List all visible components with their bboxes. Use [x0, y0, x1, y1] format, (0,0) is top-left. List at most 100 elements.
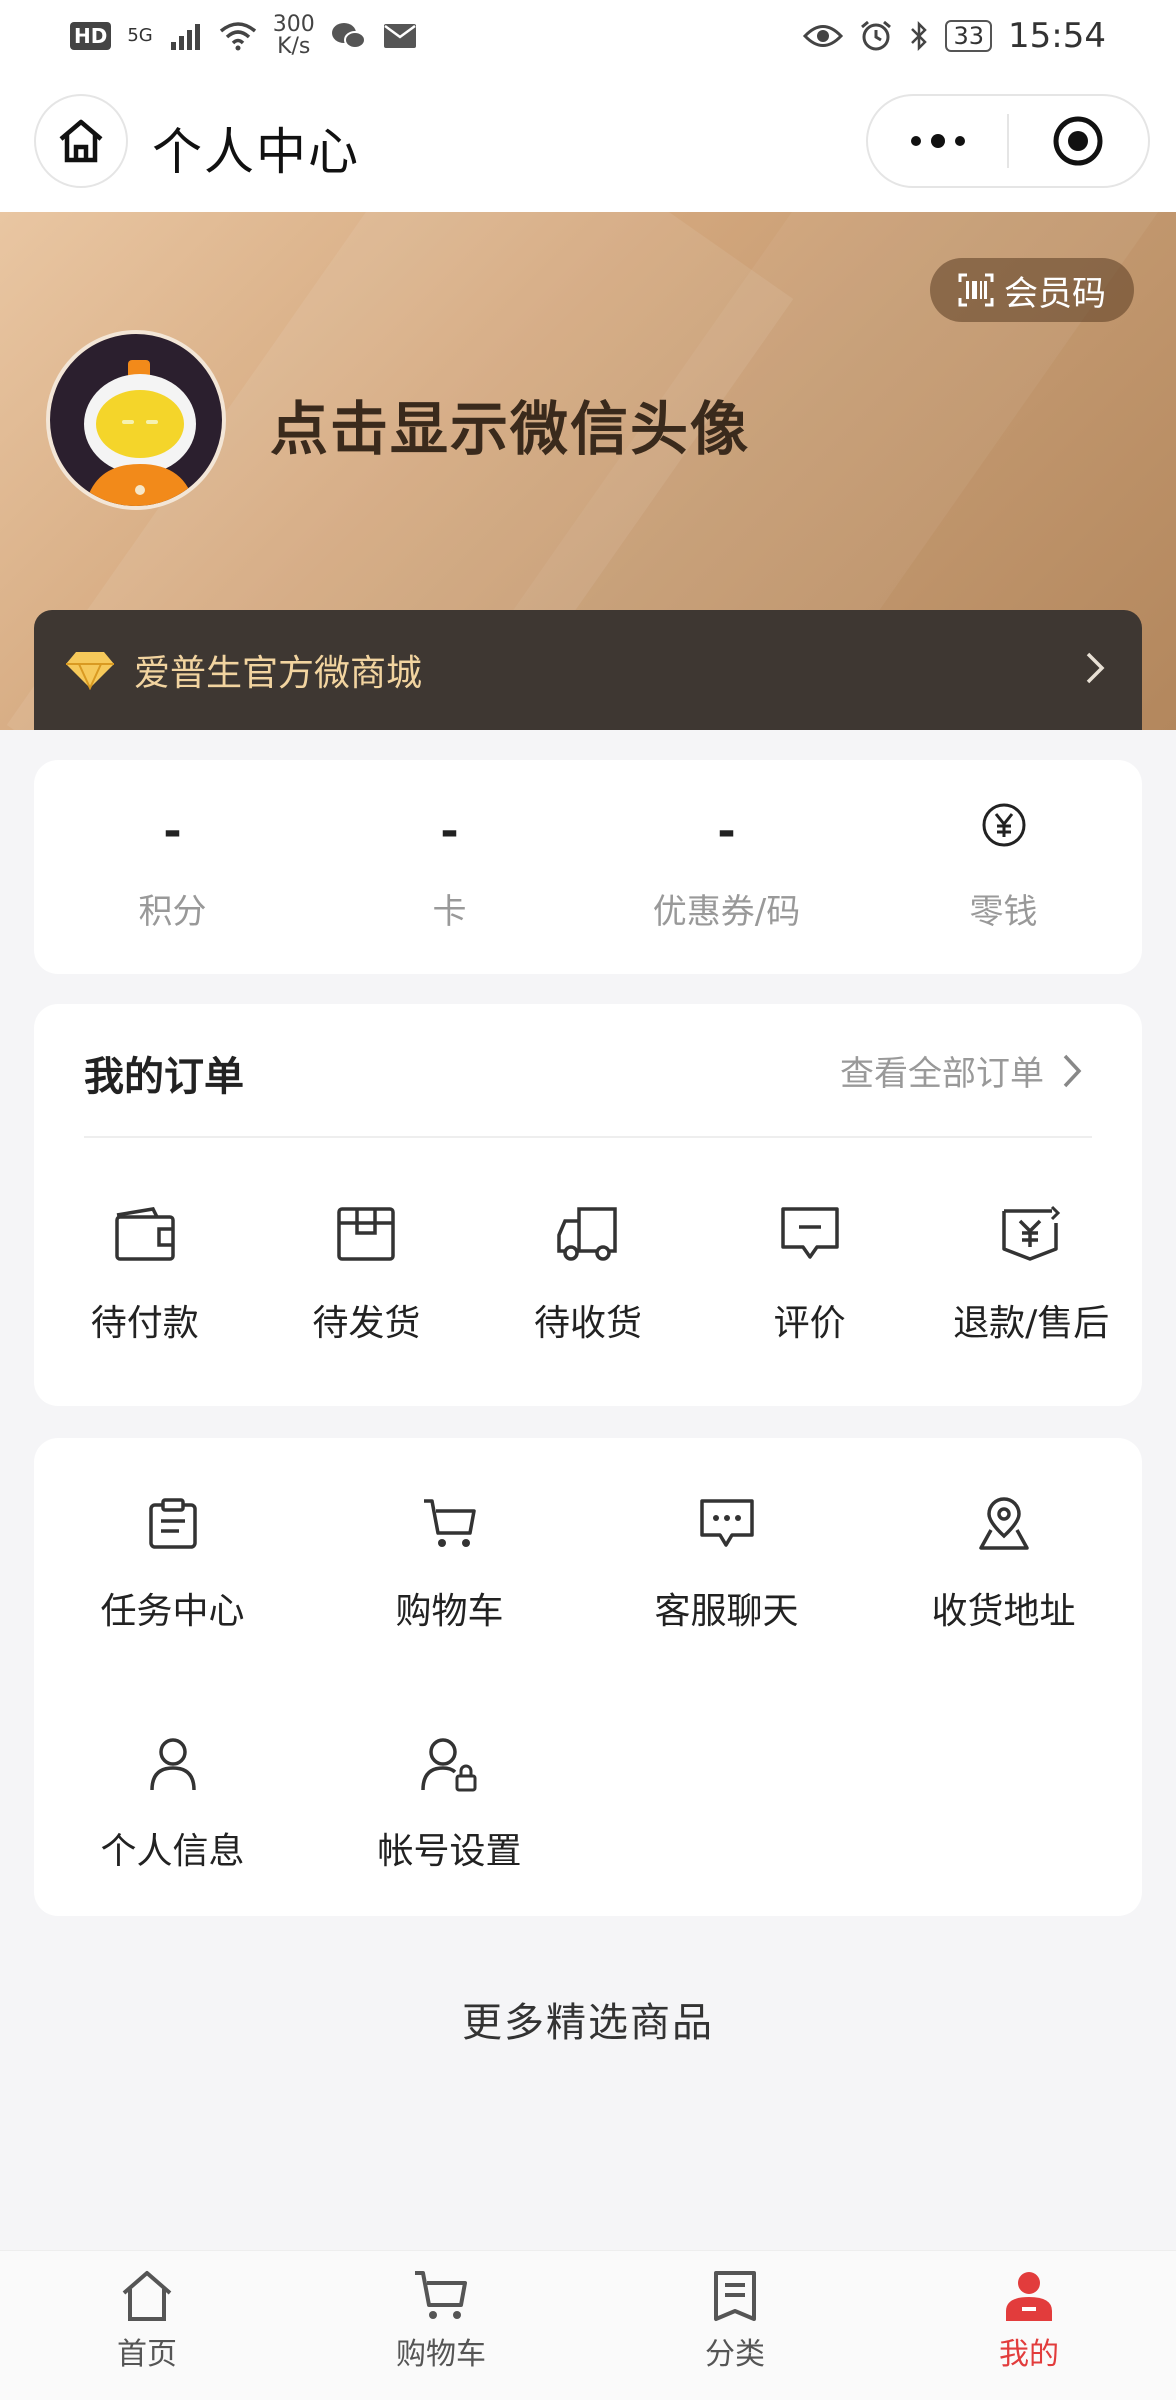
tool-address[interactable]: 收货地址 [865, 1484, 1142, 1724]
asset-label: 积分 [138, 891, 207, 932]
tool-label: 帐号设置 [377, 1831, 522, 1872]
tool-personal-info[interactable]: 个人信息 [34, 1724, 311, 1964]
asset-value: - [717, 805, 736, 857]
order-label: 待发货 [312, 1303, 421, 1344]
my-icon [1006, 2272, 1052, 2321]
asset-value: - [163, 805, 182, 857]
tool-label: 任务中心 [100, 1591, 245, 1632]
user-icon [149, 1738, 196, 1791]
tab-home[interactable]: 首页 [0, 2251, 294, 2400]
order-pending-payment[interactable]: 待付款 [34, 1194, 256, 1346]
asset-value [981, 802, 1027, 862]
chevron-right-icon [1063, 1054, 1082, 1087]
order-review[interactable]: 评价 [699, 1194, 921, 1346]
assets-card: - 积分 - 卡 - 优惠券/码 零钱 [34, 760, 1142, 974]
net-speed: 300 K/s [272, 12, 315, 59]
clipboard-icon [148, 1498, 197, 1549]
order-pending-receipt[interactable]: 待收货 [477, 1194, 699, 1346]
asset-cards[interactable]: - 卡 [311, 760, 588, 974]
asset-points[interactable]: - 积分 [34, 760, 311, 974]
tab-label: 首页 [117, 2337, 177, 2372]
battery-level: 33 [945, 20, 993, 52]
tool-label: 收货地址 [931, 1591, 1076, 1632]
mascot-avatar-icon [84, 360, 196, 506]
member-code-button[interactable]: 会员码 [930, 258, 1134, 322]
more-button[interactable] [868, 96, 1007, 186]
tool-label: 个人信息 [100, 1831, 245, 1872]
yuan-icon [982, 803, 1025, 846]
wifi-icon [219, 22, 256, 51]
tab-label: 分类 [705, 2337, 765, 2372]
member-code-label: 会员码 [1004, 273, 1106, 314]
tab-mine[interactable]: 我的 [882, 2251, 1176, 2400]
order-status-row: 待付款 待发货 待收货 评价 退款/售后 [34, 1194, 1142, 1346]
tab-label: 我的 [999, 2337, 1059, 2372]
hd-indicator: HD [70, 22, 112, 50]
orders-card: 我的订单 查看全部订单 待付款 待发货 待收货 评价 退款/售后 [34, 1004, 1142, 1406]
divider [84, 1136, 1092, 1138]
tab-cart[interactable]: 购物车 [294, 2251, 588, 2400]
shop-banner[interactable]: 爱普生官方微商城 [34, 610, 1142, 730]
cart-icon [415, 2271, 467, 2319]
order-pending-shipment[interactable]: 待发货 [256, 1194, 478, 1346]
comment-icon [780, 1207, 839, 1259]
tool-task-center[interactable]: 任务中心 [34, 1484, 311, 1724]
close-mini-program-button[interactable] [1009, 96, 1148, 186]
tool-account-settings[interactable]: 帐号设置 [311, 1724, 588, 1964]
order-label: 待付款 [90, 1303, 199, 1344]
view-all-label: 查看全部订单 [840, 1054, 1044, 1094]
order-label: 评价 [773, 1303, 846, 1344]
page-title: 个人中心 [152, 123, 360, 181]
eye-icon [803, 25, 844, 47]
more-dots-icon [910, 134, 965, 148]
bluetooth-icon [911, 20, 928, 52]
login-prompt[interactable]: 点击显示微信头像 [270, 382, 750, 466]
barcode-icon [958, 273, 994, 307]
orders-title: 我的订单 [84, 1054, 244, 1100]
home-button[interactable] [34, 94, 128, 188]
nav-bar: 个人中心 [0, 72, 1176, 212]
order-refund[interactable]: 退款/售后 [920, 1194, 1142, 1346]
truck-icon [557, 1207, 617, 1261]
list-icon [714, 2271, 756, 2321]
profile-header: 会员码 点击显示微信头像 爱普生官方微商城 [0, 212, 1176, 730]
network-type: 5G [127, 25, 153, 46]
status-bar: HD 5G 300 K/s 33 15:54 [0, 0, 1176, 72]
asset-coupons[interactable]: - 优惠券/码 [588, 760, 865, 974]
chat-icon [699, 1499, 754, 1547]
tab-label: 购物车 [396, 2337, 486, 2372]
user-lock-icon [420, 1738, 476, 1792]
wallet-icon [115, 1207, 175, 1261]
home-icon [59, 119, 103, 163]
wechat-icon [331, 23, 366, 49]
view-all-orders-link[interactable]: 查看全部订单 [840, 1046, 1082, 1095]
tab-category[interactable]: 分类 [588, 2251, 882, 2400]
clock: 15:54 [1008, 16, 1106, 56]
bottom-tab-bar: 首页 购物车 分类 我的 [0, 2250, 1176, 2400]
avatar[interactable] [46, 330, 226, 510]
package-icon [337, 1207, 396, 1261]
order-label: 退款/售后 [953, 1303, 1110, 1344]
tool-label: 客服聊天 [654, 1591, 799, 1632]
alarm-icon [861, 20, 892, 51]
tool-cart[interactable]: 购物车 [311, 1484, 588, 1724]
shop-name: 爱普生官方微商城 [134, 653, 423, 694]
refund-icon [1002, 1205, 1061, 1261]
tools-card: 任务中心 购物车 客服聊天 收货地址 个人信息 帐号设置 [34, 1438, 1142, 1916]
tool-label: 购物车 [395, 1591, 504, 1632]
location-icon [978, 1497, 1029, 1550]
asset-label: 零钱 [969, 891, 1038, 932]
mail-icon [383, 24, 416, 48]
signal-icon [170, 24, 200, 50]
diamond-icon [66, 652, 114, 690]
more-goods-heading: 更多精选商品 [462, 2000, 714, 2046]
asset-value: - [440, 805, 459, 857]
tool-customer-service[interactable]: 客服聊天 [588, 1484, 865, 1724]
target-icon [1053, 116, 1103, 166]
tools-grid: 任务中心 购物车 客服聊天 收货地址 个人信息 帐号设置 [34, 1484, 1142, 1964]
cart-icon [423, 1499, 476, 1547]
home-icon [122, 2271, 172, 2321]
asset-label: 卡 [432, 891, 467, 932]
mini-program-capsule [866, 94, 1150, 188]
asset-balance[interactable]: 零钱 [865, 760, 1142, 974]
